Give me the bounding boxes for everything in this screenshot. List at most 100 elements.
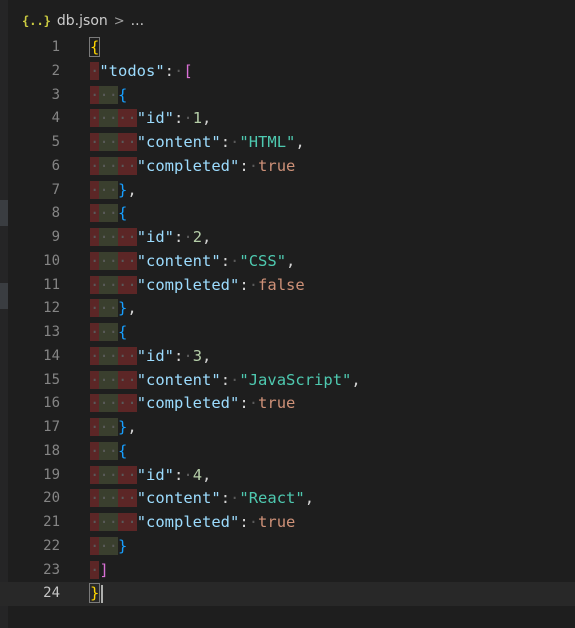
indent-guide: ·· — [118, 346, 137, 365]
code-token: , — [295, 133, 305, 151]
line-number: 1 — [51, 39, 60, 55]
indent-guide: · — [90, 560, 100, 579]
code-line[interactable]: 1{ — [0, 36, 575, 60]
code-token: : — [174, 109, 184, 128]
indent-guide: ·· — [99, 513, 119, 531]
code-line[interactable]: 23 ·] — [0, 559, 575, 583]
code-token: , — [202, 109, 212, 128]
line-number: 11 — [43, 276, 60, 293]
code-token: [ — [183, 61, 193, 80]
code-token: true — [258, 394, 296, 413]
code-line[interactable]: 18 ···{ — [0, 440, 575, 464]
code-token: 3 — [192, 346, 203, 365]
code-line[interactable]: 16 ·····"completed":·true — [0, 392, 575, 416]
code-line[interactable]: 12 ···}, — [0, 297, 575, 321]
code-line[interactable]: 4 ·····"id":·1, — [0, 107, 575, 131]
indent-guide: · — [90, 228, 100, 246]
indent-guide: ·· — [99, 299, 119, 318]
indent-guide: · — [90, 133, 100, 151]
indent-guide: ·· — [118, 251, 137, 270]
indent-guide: ·· — [118, 275, 137, 294]
code-line[interactable]: 2 ·"todos":·[ — [0, 60, 575, 84]
indent-guide: · — [90, 346, 100, 365]
code-token: { — [118, 204, 128, 223]
code-line[interactable]: 17 ···}, — [0, 416, 575, 440]
code-text: ·····"completed":·true — [90, 511, 295, 535]
code-line[interactable]: 9 ·····"id":·2, — [0, 226, 575, 250]
code-line[interactable]: 19 ·····"id":·4, — [0, 464, 575, 488]
whitespace-marker: · — [183, 109, 193, 128]
line-number: 24 — [43, 585, 60, 602]
indent-guide: · — [90, 536, 100, 555]
code-token: "completed" — [136, 394, 240, 413]
whitespace-marker: · — [248, 156, 259, 175]
line-number: 9 — [51, 229, 60, 245]
breadcrumb-file-name[interactable]: db.json — [57, 13, 108, 29]
code-line[interactable]: 11 ·····"completed":·false — [0, 274, 575, 298]
whitespace-marker: · — [174, 61, 184, 80]
code-text: ·····"completed":·false — [90, 274, 305, 298]
indent-guide: ·· — [118, 370, 137, 389]
code-line[interactable]: 22 ···} — [0, 535, 575, 559]
code-token: "id" — [136, 228, 175, 246]
code-token: , — [127, 418, 137, 436]
indent-guide: ·· — [118, 109, 137, 128]
whitespace-marker: · — [230, 133, 240, 151]
line-number: 16 — [43, 395, 60, 412]
code-text: ···{ — [90, 321, 127, 345]
code-line[interactable]: 10 ·····"content":·"CSS", — [0, 250, 575, 274]
code-line[interactable]: 6 ·····"completed":·true — [0, 155, 575, 179]
code-line[interactable]: 15 ·····"content":·"JavaScript", — [0, 369, 575, 393]
code-line[interactable]: 21 ·····"completed":·true — [0, 511, 575, 535]
code-token: { — [88, 37, 101, 57]
code-token: , — [202, 346, 212, 365]
code-token: "content" — [136, 370, 221, 389]
indent-guide: · — [90, 418, 100, 436]
breadcrumb-more[interactable]: ... — [131, 13, 144, 29]
indent-guide: · — [90, 299, 100, 318]
code-text: ·····"content":·"JavaScript", — [90, 369, 361, 393]
indent-guide: · — [90, 394, 100, 413]
indent-guide: · — [90, 109, 100, 128]
code-text: ···{ — [90, 202, 127, 226]
code-token: } — [118, 180, 128, 199]
code-line[interactable]: 5 ·····"content":·"HTML", — [0, 131, 575, 155]
code-token: : — [239, 513, 249, 531]
code-token: { — [118, 441, 128, 460]
whitespace-marker: · — [230, 489, 240, 508]
indent-guide: · — [90, 323, 100, 341]
code-line[interactable]: 14 ·····"id":·3, — [0, 345, 575, 369]
code-text: } — [88, 582, 101, 606]
whitespace-marker: · — [230, 370, 240, 389]
indent-guide: ·· — [118, 133, 137, 151]
line-number: 18 — [43, 442, 60, 459]
indent-guide: · — [90, 204, 100, 223]
indent-guide: ·· — [118, 513, 137, 531]
code-line[interactable]: 24} — [0, 582, 575, 606]
code-token: "completed" — [136, 513, 240, 531]
indent-guide: ·· — [99, 204, 119, 223]
code-token: } — [118, 536, 128, 555]
code-token: "completed" — [136, 275, 240, 294]
code-token: } — [88, 583, 101, 604]
code-token: true — [258, 156, 296, 175]
indent-guide: · — [90, 85, 100, 104]
indent-guide: ·· — [99, 323, 119, 341]
code-token: , — [202, 465, 212, 484]
indent-guide: ·· — [118, 465, 137, 484]
code-token: 2 — [192, 228, 203, 246]
indent-guide: ·· — [118, 489, 137, 508]
indent-guide: ·· — [99, 133, 119, 151]
code-editor[interactable]: 1{2 ·"todos":·[3 ···{4 ·····"id":·1, 5 ·····"… — [0, 36, 575, 628]
code-line[interactable]: 13 ···{ — [0, 321, 575, 345]
code-token: "HTML" — [239, 133, 296, 151]
code-line[interactable]: 7 ···}, — [0, 179, 575, 203]
line-number: 5 — [51, 134, 60, 150]
code-line[interactable]: 8 ···{ — [0, 202, 575, 226]
code-line[interactable]: 20 ·····"content":·"React", — [0, 487, 575, 511]
code-token: true — [258, 513, 296, 531]
code-token: false — [258, 275, 305, 294]
code-token: 4 — [192, 465, 203, 484]
code-line[interactable]: 3 ···{ — [0, 84, 575, 108]
line-number: 14 — [43, 347, 60, 364]
